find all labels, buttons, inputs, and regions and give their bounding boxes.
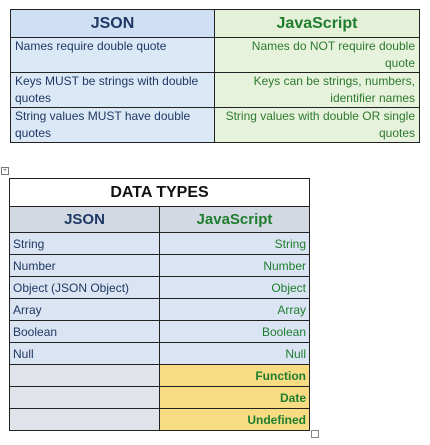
json-cell: Keys MUST be strings with double quotes <box>10 72 215 108</box>
table-row: Boolean Boolean <box>9 320 310 343</box>
javascript-only-type-cell: Function <box>159 364 310 387</box>
table-row: String values MUST have double quotes St… <box>10 107 420 143</box>
table-row: String String <box>9 232 310 255</box>
json-type-cell: Boolean <box>9 320 160 343</box>
json-type-cell: Null <box>9 342 160 365</box>
table-resize-handle[interactable] <box>311 430 319 438</box>
json-type-cell: String <box>9 232 160 255</box>
javascript-type-cell: Object <box>159 276 310 299</box>
json-column-header: JSON <box>9 206 160 233</box>
table-row: Keys MUST be strings with double quotes … <box>10 72 420 108</box>
javascript-type-cell: Number <box>159 254 310 277</box>
json-type-cell: Number <box>9 254 160 277</box>
json-type-cell: Array <box>9 298 160 321</box>
table-move-handle-icon[interactable]: + <box>1 167 9 175</box>
table-title: DATA TYPES <box>9 178 310 207</box>
javascript-cell: String values with double OR single quot… <box>214 107 420 143</box>
javascript-cell: Keys can be strings, numbers, identifier… <box>214 72 420 108</box>
syntax-comparison-table: JSON JavaScript Names require double quo… <box>10 9 420 143</box>
table-header-row: JSON JavaScript <box>10 9 420 38</box>
table-row: Array Array <box>9 298 310 321</box>
json-type-cell-empty <box>9 386 160 409</box>
javascript-type-cell: String <box>159 232 310 255</box>
json-cell: String values MUST have double quotes <box>10 107 215 143</box>
table-row: Object (JSON Object) Object <box>9 276 310 299</box>
json-type-cell-empty <box>9 408 160 431</box>
table-row: Date <box>9 386 310 409</box>
table-header-row: JSON JavaScript <box>9 206 310 233</box>
table-row: Number Number <box>9 254 310 277</box>
data-types-table: DATA TYPES JSON JavaScript String String… <box>9 178 310 431</box>
javascript-cell: Names do NOT require double quote <box>214 37 420 73</box>
json-type-cell-empty <box>9 364 160 387</box>
javascript-type-cell: Null <box>159 342 310 365</box>
json-column-header: JSON <box>10 9 215 38</box>
javascript-type-cell: Boolean <box>159 320 310 343</box>
table-row: Undefined <box>9 408 310 431</box>
table-title-row: DATA TYPES <box>9 178 310 207</box>
json-cell: Names require double quote <box>10 37 215 73</box>
javascript-only-type-cell: Undefined <box>159 408 310 431</box>
javascript-type-cell: Array <box>159 298 310 321</box>
javascript-column-header: JavaScript <box>214 9 420 38</box>
table-row: Function <box>9 364 310 387</box>
javascript-only-type-cell: Date <box>159 386 310 409</box>
table-row: Names require double quote Names do NOT … <box>10 37 420 73</box>
javascript-column-header: JavaScript <box>159 206 310 233</box>
table-row: Null Null <box>9 342 310 365</box>
json-type-cell: Object (JSON Object) <box>9 276 160 299</box>
